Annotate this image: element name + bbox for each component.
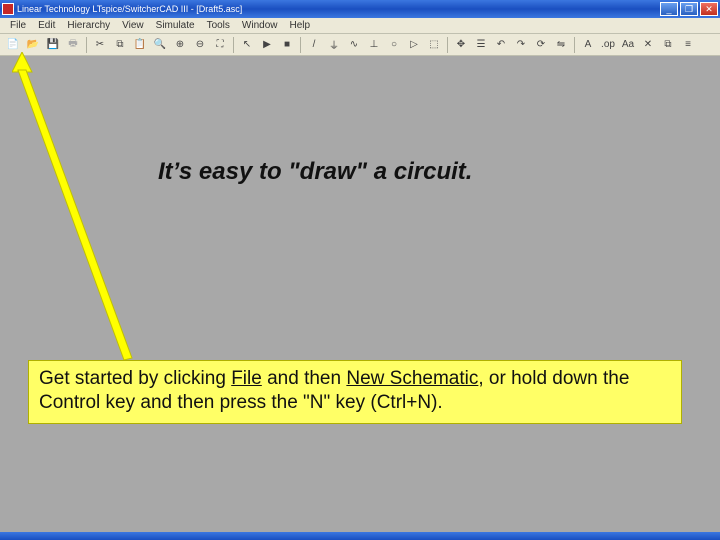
netname-icon[interactable]: ≡	[679, 36, 697, 54]
move-icon[interactable]: ✥	[452, 36, 470, 54]
taskbar	[0, 532, 720, 540]
ground-icon[interactable]: ⏚	[325, 36, 343, 54]
menubar: File Edit Hierarchy View Simulate Tools …	[0, 18, 720, 34]
label-icon[interactable]: Aa	[619, 36, 637, 54]
print-icon[interactable]: 🖶	[64, 36, 82, 54]
duplicate-icon[interactable]: ⧉	[659, 36, 677, 54]
delete-icon[interactable]: ✕	[639, 36, 657, 54]
titlebar-left: Linear Technology LTspice/SwitcherCAD II…	[2, 3, 242, 15]
stop-icon[interactable]: ■	[278, 36, 296, 54]
titlebar: Linear Technology LTspice/SwitcherCAD II…	[0, 0, 720, 18]
paste-icon[interactable]: 📋	[131, 36, 149, 54]
save-icon[interactable]: 💾	[44, 36, 62, 54]
maximize-button[interactable]: ❐	[680, 2, 698, 16]
pick-icon[interactable]: ↖	[238, 36, 256, 54]
app-icon	[2, 3, 14, 15]
toolbar-separator	[233, 37, 234, 53]
menu-window[interactable]: Window	[236, 19, 284, 32]
minimize-button[interactable]: _	[660, 2, 678, 16]
run-icon[interactable]: ▶	[258, 36, 276, 54]
callout-text-prefix: Get started by clicking	[39, 368, 231, 389]
window-controls: _ ❐ ✕	[660, 2, 718, 16]
close-button[interactable]: ✕	[700, 2, 718, 16]
toolbar-separator	[300, 37, 301, 53]
diode-icon[interactable]: ▷	[405, 36, 423, 54]
open-icon[interactable]: 📂	[24, 36, 42, 54]
menu-edit[interactable]: Edit	[32, 19, 61, 32]
search-icon[interactable]: 🔍	[151, 36, 169, 54]
spice-directive-icon[interactable]: .op	[599, 36, 617, 54]
menu-view[interactable]: View	[116, 19, 150, 32]
copy-icon[interactable]: ⧉	[111, 36, 129, 54]
undo-icon[interactable]: ↶	[492, 36, 510, 54]
window-title: Linear Technology LTspice/SwitcherCAD II…	[17, 4, 242, 14]
menu-hierarchy[interactable]: Hierarchy	[61, 19, 116, 32]
menu-simulate[interactable]: Simulate	[150, 19, 201, 32]
menu-tools[interactable]: Tools	[201, 19, 236, 32]
mirror-icon[interactable]: ⇋	[552, 36, 570, 54]
zoom-in-icon[interactable]: ⊕	[171, 36, 189, 54]
callout-text-mid1: and then	[262, 368, 347, 389]
schematic-canvas[interactable]	[0, 56, 720, 532]
toolbar: 📄 📂 💾 🖶 ✂ ⧉ 📋 🔍 ⊕ ⊖ ⛶ ↖ ▶ ■ / ⏚ ∿ ⊥ ○ ▷ …	[0, 34, 720, 56]
text-icon[interactable]: A	[579, 36, 597, 54]
callout-link-file: File	[231, 368, 262, 389]
app-window: Linear Technology LTspice/SwitcherCAD II…	[0, 0, 720, 56]
toolbar-separator	[447, 37, 448, 53]
zoom-out-icon[interactable]: ⊖	[191, 36, 209, 54]
capacitor-icon[interactable]: ⊥	[365, 36, 383, 54]
drag-icon[interactable]: ☰	[472, 36, 490, 54]
inductor-icon[interactable]: ○	[385, 36, 403, 54]
toolbar-separator	[86, 37, 87, 53]
component-icon[interactable]: ⬚	[425, 36, 443, 54]
rotate-icon[interactable]: ⟳	[532, 36, 550, 54]
headline-text: It’s easy to "draw" a circuit.	[158, 158, 472, 186]
wire-icon[interactable]: /	[305, 36, 323, 54]
callout-link-new-schematic: New Schematic	[346, 368, 478, 389]
menu-help[interactable]: Help	[284, 19, 317, 32]
cut-icon[interactable]: ✂	[91, 36, 109, 54]
instruction-callout: Get started by clicking File and then Ne…	[28, 360, 682, 424]
zoom-fit-icon[interactable]: ⛶	[211, 36, 229, 54]
toolbar-separator	[574, 37, 575, 53]
resistor-icon[interactable]: ∿	[345, 36, 363, 54]
menu-file[interactable]: File	[4, 19, 32, 32]
redo-icon[interactable]: ↷	[512, 36, 530, 54]
new-schematic-icon[interactable]: 📄	[4, 36, 22, 54]
